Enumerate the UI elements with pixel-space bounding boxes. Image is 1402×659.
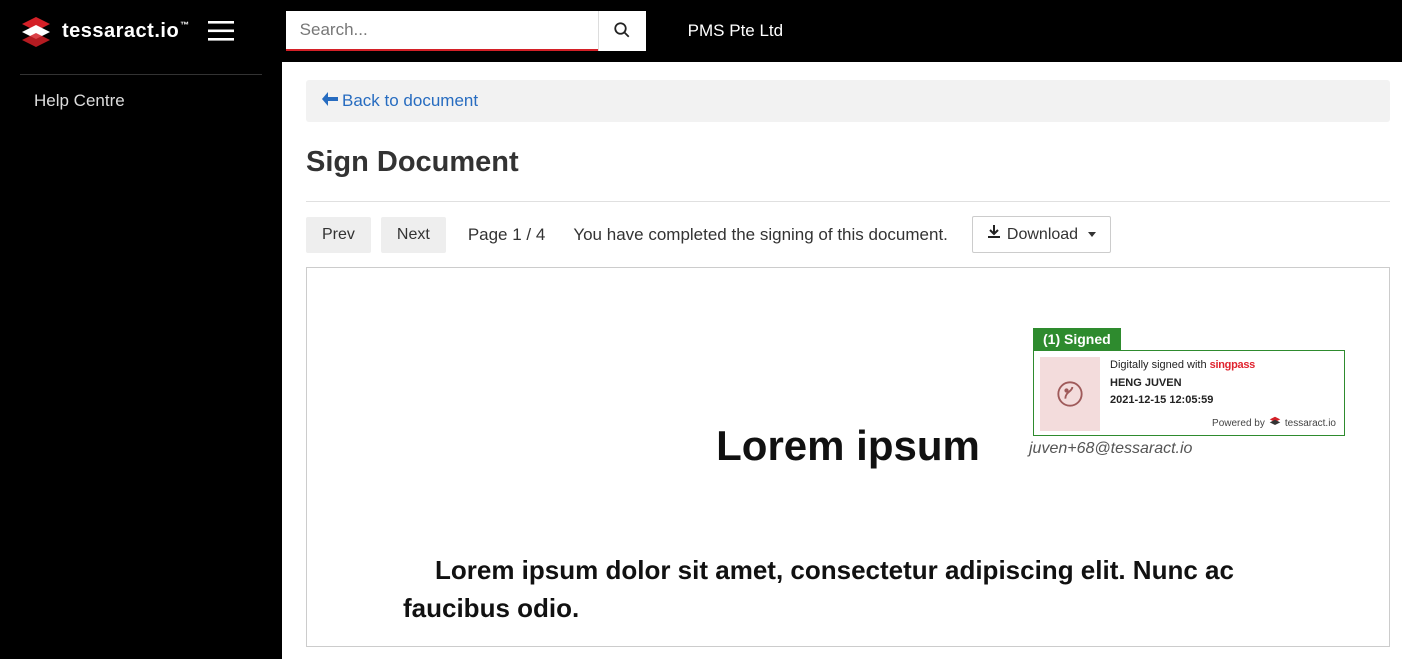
signing-status: You have completed the signing of this d… [573,225,948,245]
search-input[interactable] [286,11,598,51]
brand-logo[interactable]: tessaract.io™ [20,15,190,47]
chevron-down-icon [1088,232,1096,237]
signature-widget: (1) Signed Digitally signed with singpas… [1033,328,1345,458]
signature-email: juven+68@tessaract.io [1029,440,1345,458]
arrow-left-icon [322,91,342,111]
search-wrap [286,11,646,51]
next-button[interactable]: Next [381,217,446,253]
signature-signer-name: HENG JUVEN [1110,375,1336,393]
divider [306,201,1390,202]
signature-timestamp: 2021-12-15 12:05:59 [1110,392,1336,410]
signature-box[interactable]: Digitally signed with singpass HENG JUVE… [1033,350,1345,436]
back-bar: Back to document [306,80,1390,122]
hamburger-menu-icon[interactable] [208,21,234,41]
signature-seal-icon [1040,357,1100,431]
main-content: Back to document Sign Document Prev Next… [282,62,1402,659]
org-name[interactable]: PMS Pte Ltd [688,21,783,41]
brand-name: tessaract.io™ [62,20,190,43]
tessaract-mini-icon [1269,416,1281,431]
app-header: tessaract.io™ PMS Pte Ltd [0,0,1402,62]
download-icon [987,225,1001,244]
download-button[interactable]: Download [972,216,1111,253]
prev-button[interactable]: Prev [306,217,371,253]
search-icon [613,21,631,42]
back-link-label: Back to document [342,91,478,111]
sidebar-item-label: Help Centre [34,91,125,110]
signature-status-badge: (1) Signed [1033,328,1121,350]
brand-mark-icon [20,15,52,47]
download-label: Download [1007,226,1078,244]
search-button[interactable] [598,11,646,51]
back-to-document-link[interactable]: Back to document [322,91,478,111]
document-canvas: (1) Signed Digitally signed with singpas… [306,267,1390,647]
sidebar: Help Centre [0,62,282,659]
sidebar-item-help-centre[interactable]: Help Centre [0,75,282,127]
signature-provider-line: Digitally signed with singpass [1110,357,1336,375]
document-body: Lorem ipsum dolor sit amet, consectetur … [403,552,1293,627]
signature-powered-by: Powered by tessaract.io [1212,416,1336,431]
toolbar: Prev Next Page 1 / 4 You have completed … [306,216,1390,253]
page-indicator: Page 1 / 4 [468,225,546,245]
page-title: Sign Document [306,146,1390,179]
